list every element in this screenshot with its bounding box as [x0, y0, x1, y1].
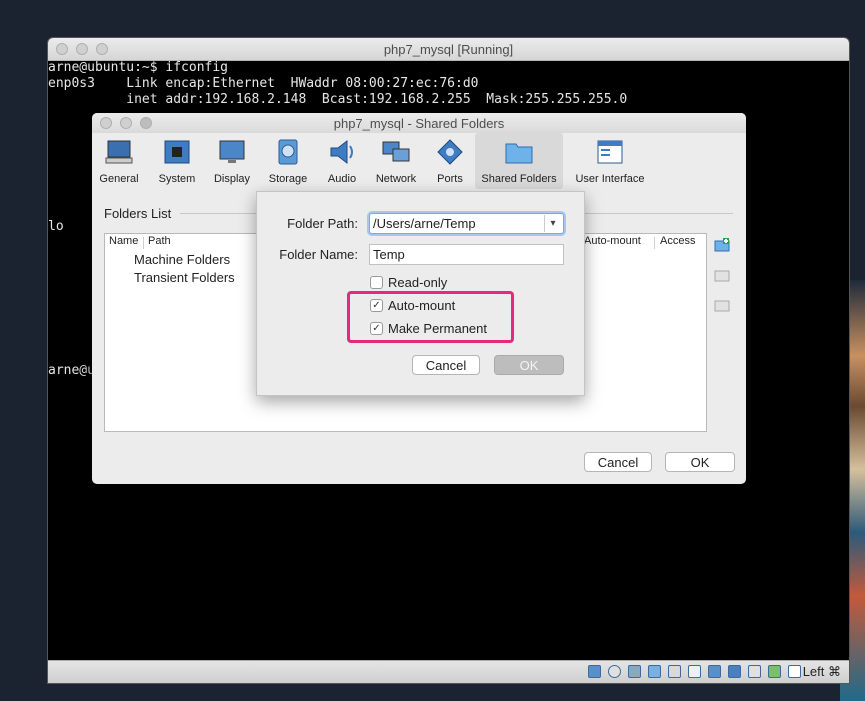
terminal-line: inet addr:192.168.2.148 Bcast:192.168.2.… [48, 92, 628, 107]
terminal-line: lo [48, 219, 64, 234]
tab-network[interactable]: Network [372, 133, 420, 189]
column-header-name[interactable]: Name [109, 235, 138, 247]
tab-label: Network [375, 173, 417, 185]
folder-icon [505, 143, 533, 164]
settings-dialog-titlebar[interactable]: php7_mysql - Shared Folders [92, 113, 746, 133]
shared-folders-status-icon[interactable] [688, 665, 701, 678]
terminal-line: enp0s3 Link encap:Ethernet HWaddr 08:00:… [48, 76, 479, 91]
tab-label: Storage [268, 173, 308, 185]
tab-user-interface[interactable]: User Interface [572, 133, 648, 189]
tab-label: System [158, 173, 196, 185]
vm-statusbar: Left ⌘ [48, 660, 849, 683]
tab-audio[interactable]: Audio [320, 133, 364, 189]
column-header-path[interactable]: Path [148, 235, 171, 247]
video-capture-status-icon[interactable] [728, 665, 741, 678]
display-monitor-icon [219, 140, 245, 163]
share-ok-button[interactable]: OK [494, 355, 564, 375]
folder-path-combobox[interactable]: /Users/arne/Temp ▾ [369, 213, 564, 234]
settings-dialog-title: php7_mysql - Shared Folders [333, 116, 505, 131]
remove-folder-icon[interactable] [714, 298, 730, 312]
audio-status-icon[interactable] [628, 665, 641, 678]
tab-shared-folders[interactable]: Shared Folders [475, 133, 563, 189]
general-icon [105, 140, 133, 164]
tab-general[interactable]: General [96, 133, 142, 189]
mouse-integration-status-icon[interactable] [768, 665, 781, 678]
read-only-checkbox[interactable] [370, 276, 383, 289]
read-only-label[interactable]: Read-only [388, 275, 447, 290]
host-key-label: Left ⌘ [802, 664, 841, 679]
settings-ok-button[interactable]: OK [665, 452, 735, 472]
column-separator [143, 237, 144, 249]
system-chip-icon [164, 140, 190, 164]
network-icon [382, 141, 410, 162]
audio-speaker-icon [330, 139, 353, 165]
user-interface-icon [597, 140, 623, 164]
folder-path-value: /Users/arne/Temp [373, 216, 476, 231]
annotation-highlight-box [347, 291, 514, 343]
tab-label: Ports [437, 173, 463, 185]
share-cancel-button[interactable]: Cancel [412, 355, 480, 375]
folder-path-label: Folder Path: [287, 216, 358, 231]
folders-list-title: Folders List [104, 206, 172, 221]
settings-toolbar: General System Display Storage Audio Net [92, 133, 746, 189]
display-status-icon[interactable] [708, 665, 721, 678]
terminal-line: arne@ubuntu:~$ ifconfig [48, 60, 229, 75]
tab-system[interactable]: System [152, 133, 202, 189]
tab-label: Audio [327, 173, 357, 185]
tab-label: General [99, 173, 139, 185]
ports-icon [437, 139, 463, 165]
usb-status-icon[interactable] [668, 665, 681, 678]
hard-disk-status-icon[interactable] [588, 665, 601, 678]
network-status-icon[interactable] [648, 665, 661, 678]
chevron-down-icon[interactable]: ▾ [544, 215, 561, 232]
tab-label: Display [213, 173, 251, 185]
tree-item-transient-folders[interactable]: Transient Folders [134, 270, 235, 285]
folder-name-value: Temp [373, 247, 405, 262]
tab-display[interactable]: Display [210, 133, 254, 189]
keyboard-capture-status-icon[interactable] [788, 665, 801, 678]
folder-name-field[interactable]: Temp [369, 244, 564, 265]
folder-name-label: Folder Name: [279, 247, 358, 262]
column-separator [654, 237, 655, 249]
tab-label: Shared Folders [481, 173, 557, 185]
vm-window-title: php7_mysql [Running] [383, 42, 514, 57]
vm-titlebar[interactable]: php7_mysql [Running] [48, 38, 849, 61]
cpu-status-icon[interactable] [748, 665, 761, 678]
edit-folder-icon[interactable] [714, 268, 730, 282]
add-folder-icon[interactable] [714, 238, 730, 252]
column-header-access[interactable]: Access [660, 235, 695, 247]
storage-disk-icon [278, 139, 298, 165]
tree-item-machine-folders[interactable]: Machine Folders [134, 252, 230, 267]
tab-ports[interactable]: Ports [428, 133, 472, 189]
terminal-line: arne@u [48, 363, 95, 378]
tab-label: User Interface [575, 173, 645, 185]
tab-storage[interactable]: Storage [264, 133, 312, 189]
optical-drive-status-icon[interactable] [608, 665, 621, 678]
settings-cancel-button[interactable]: Cancel [584, 452, 652, 472]
column-header-auto-mount[interactable]: Auto-mount [584, 235, 641, 247]
